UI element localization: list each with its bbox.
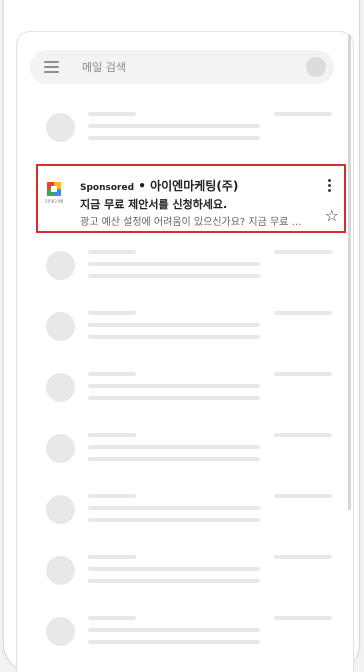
placeholder-avatar	[46, 495, 75, 524]
placeholder-text-line	[88, 384, 260, 388]
placeholder-text-line	[88, 518, 260, 522]
placeholder-email-row[interactable]	[30, 245, 334, 285]
placeholder-text-line	[274, 250, 332, 254]
advertiser-logo-icon	[47, 182, 61, 196]
placeholder-text-line	[88, 506, 260, 510]
sender-name: 아이엔마케팅(주)	[150, 179, 239, 193]
placeholder-text-line	[88, 567, 260, 571]
placeholder-text-line	[274, 555, 332, 559]
placeholder-text-line	[88, 335, 260, 339]
placeholder-text-line	[88, 136, 260, 140]
placeholder-text-line	[88, 494, 136, 498]
placeholder-avatar	[46, 113, 75, 142]
ad-snippet: 광고 예산 설정에 어려움이 있으신가요? 지금 무료 제안서를 신청하세요.	[80, 217, 308, 228]
account-avatar[interactable]	[306, 57, 326, 77]
placeholder-text-line	[88, 112, 136, 116]
placeholder-email-row[interactable]	[30, 550, 334, 590]
placeholder-avatar	[46, 617, 75, 646]
separator: •	[134, 179, 151, 193]
placeholder-avatar	[46, 434, 75, 463]
placeholder-text-line	[88, 579, 260, 583]
scrollbar[interactable]	[348, 34, 351, 510]
placeholder-text-line	[274, 433, 332, 437]
placeholder-text-line	[88, 311, 136, 315]
placeholder-text-line	[88, 457, 260, 461]
sponsored-email-row[interactable]: 고급 광고 전문 Sponsored • 아이엔마케팅(주) 지금 무료 제안서…	[36, 164, 346, 233]
placeholder-email-row[interactable]	[30, 489, 334, 529]
logo-caption: 고급 광고 전문	[44, 199, 64, 203]
star-icon[interactable]: ☆	[325, 208, 339, 224]
placeholder-text-line	[88, 445, 260, 449]
placeholder-text-line	[274, 112, 332, 116]
placeholder-text-line	[88, 372, 136, 376]
placeholder-text-line	[88, 640, 260, 644]
placeholder-text-line	[88, 250, 136, 254]
placeholder-avatar	[46, 373, 75, 402]
placeholder-text-line	[274, 616, 332, 620]
placeholder-text-line	[88, 396, 260, 400]
sponsored-label: Sponsored	[80, 183, 135, 193]
placeholder-text-line	[274, 311, 332, 315]
placeholder-email-row[interactable]	[30, 367, 334, 407]
placeholder-email-row[interactable]	[30, 306, 334, 346]
placeholder-avatar	[46, 556, 75, 585]
more-options-icon[interactable]	[328, 179, 332, 193]
placeholder-text-line	[88, 274, 260, 278]
placeholder-text-line	[88, 124, 260, 128]
placeholder-text-line	[88, 323, 260, 327]
placeholder-avatar	[46, 312, 75, 341]
placeholder-email-row[interactable]	[30, 428, 334, 468]
placeholder-text-line	[88, 433, 136, 437]
placeholder-text-line	[88, 555, 136, 559]
search-placeholder[interactable]: 메일 검색	[82, 59, 126, 75]
ad-sender-line: Sponsored • 아이엔마케팅(주)	[80, 177, 238, 194]
search-bar[interactable]: 메일 검색	[30, 50, 334, 84]
menu-icon[interactable]	[44, 61, 59, 73]
placeholder-text-line	[88, 262, 260, 266]
advertiser-logo: 고급 광고 전문	[44, 182, 64, 208]
placeholder-text-line	[274, 494, 332, 498]
placeholder-email-row[interactable]	[30, 107, 334, 147]
placeholder-text-line	[274, 372, 332, 376]
placeholder-text-line	[88, 616, 136, 620]
placeholder-email-row[interactable]	[30, 611, 334, 651]
ad-subject: 지금 무료 제안서를 신청하세요.	[80, 198, 228, 211]
placeholder-avatar	[46, 251, 75, 280]
placeholder-text-line	[88, 628, 260, 632]
